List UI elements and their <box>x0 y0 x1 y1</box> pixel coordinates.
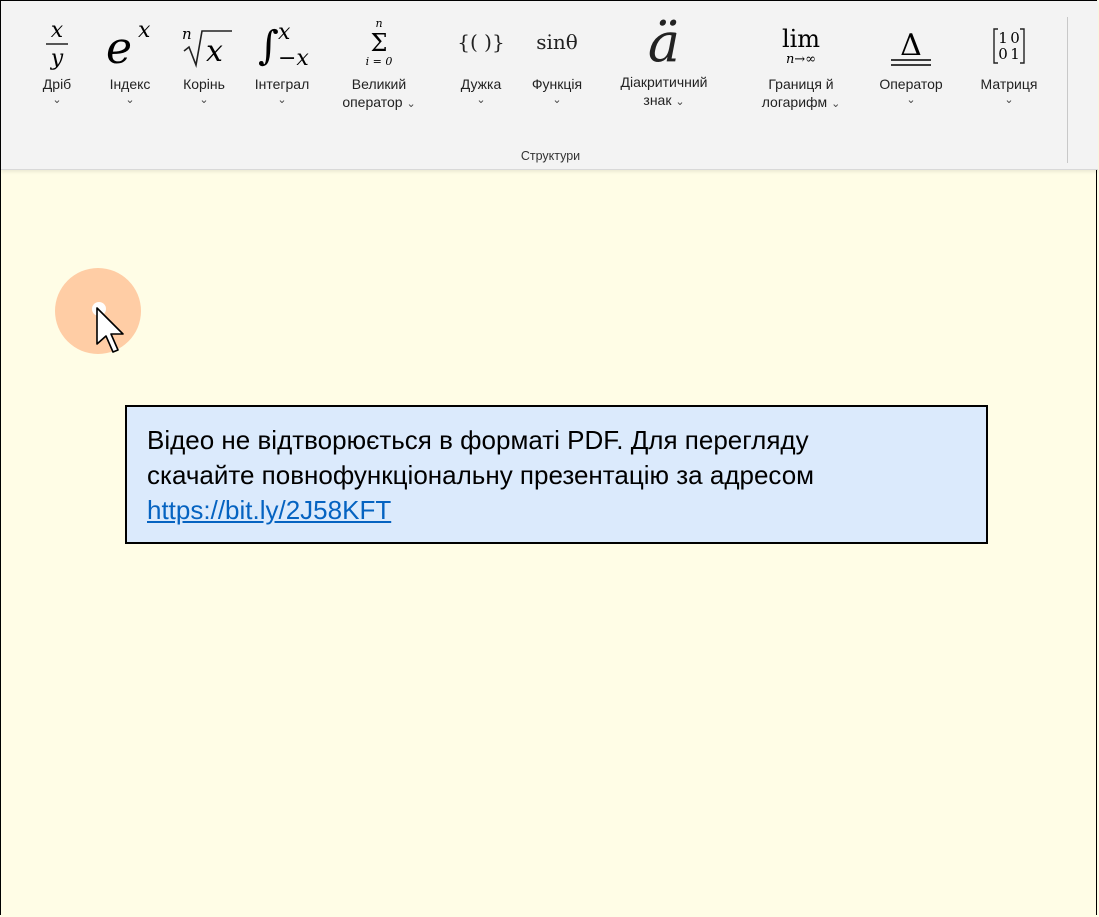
bracket-button[interactable]: {( )} Дужка ⌄ <box>449 9 513 149</box>
function-button[interactable]: sinθ Функція ⌄ <box>517 9 597 149</box>
presentation-link[interactable]: https://bit.ly/2J58KFT <box>147 495 391 525</box>
group-label: Структури <box>520 149 581 163</box>
operator-button[interactable]: Δ Оператор ⌄ <box>863 9 959 149</box>
chevron-down-icon[interactable]: ⌄ <box>675 96 684 108</box>
accent-icon: ä <box>647 10 681 74</box>
video-notice: Відео не відтворюється в форматі PDF. Дл… <box>125 405 988 544</box>
chevron-down-icon[interactable]: ⌄ <box>906 93 915 107</box>
chevron-down-icon[interactable]: ⌄ <box>831 98 840 110</box>
accent-label-2: знак <box>643 92 672 108</box>
large-operator-button[interactable]: n Σ i = 0 Великий оператор ⌄ <box>329 9 429 149</box>
accent-label: Діакритичний <box>620 74 708 90</box>
root-label: Корінь <box>183 76 225 92</box>
matrix-icon: 1 0 0 1 <box>984 9 1034 75</box>
fraction-label: Дріб <box>42 76 72 92</box>
chevron-down-icon[interactable]: ⌄ <box>406 98 415 110</box>
integral-label: Інтеграл <box>254 76 310 92</box>
notice-line-1: Відео не відтворюється в форматі PDF. Дл… <box>147 425 809 455</box>
svg-text:Δ: Δ <box>900 28 922 63</box>
svg-text:x: x <box>206 34 223 69</box>
svg-text:lim: lim <box>782 25 820 53</box>
function-icon: sinθ <box>536 30 578 54</box>
svg-text:i = 0: i = 0 <box>366 55 393 68</box>
bracket-icon: {( )} <box>457 30 505 54</box>
svg-text:x: x <box>138 18 151 43</box>
root-button[interactable]: n x Корінь ⌄ <box>171 9 237 149</box>
svg-text:x: x <box>278 20 291 45</box>
limit-label: Границя й <box>768 76 834 92</box>
fraction-numerator: x <box>51 18 64 43</box>
notice-line-2: скачайте повнофункціональну презентацію … <box>147 460 815 490</box>
limit-label-2: логарифм <box>761 94 828 110</box>
summation-icon: n Σ i = 0 <box>359 9 399 75</box>
operator-label: Оператор <box>879 76 943 92</box>
svg-text:−x: −x <box>278 46 309 71</box>
chevron-down-icon[interactable]: ⌄ <box>476 93 485 107</box>
matrix-label: Матриця <box>980 76 1038 92</box>
svg-text:0: 0 <box>998 45 1008 63</box>
chevron-down-icon[interactable]: ⌄ <box>277 93 286 107</box>
chevron-down-icon[interactable]: ⌄ <box>125 93 134 107</box>
svg-text:e: e <box>106 23 132 71</box>
matrix-button[interactable]: 1 0 0 1 Матриця ⌄ <box>963 9 1055 149</box>
fraction-button[interactable]: x y Дріб ⌄ <box>35 9 79 149</box>
large-operator-label-2: оператор <box>342 94 403 110</box>
index-button[interactable]: e x Індекс ⌄ <box>99 9 161 149</box>
fraction-icon: x y <box>42 9 72 75</box>
svg-text:∫: ∫ <box>258 23 279 69</box>
chevron-down-icon[interactable]: ⌄ <box>199 93 208 107</box>
chevron-down-icon[interactable]: ⌄ <box>52 93 61 107</box>
operator-icon: Δ <box>881 9 941 75</box>
bracket-label: Дужка <box>460 76 502 92</box>
ribbon-divider <box>1067 17 1068 163</box>
index-label: Індекс <box>109 76 151 92</box>
large-operator-label: Великий <box>351 76 407 92</box>
svg-text:1: 1 <box>1010 45 1020 63</box>
mouse-cursor-icon <box>96 307 124 353</box>
fraction-denominator: y <box>50 46 64 71</box>
function-label: Функція <box>531 76 583 92</box>
superscript-icon: e x <box>100 9 160 75</box>
integral-icon: ∫ x −x <box>252 9 312 75</box>
equation-ribbon: x y Дріб ⌄ e x Індекс ⌄ n x Корінь ⌄ ∫ x… <box>1 1 1098 170</box>
radical-icon: n x <box>174 9 234 75</box>
accent-button[interactable]: ä Діакритичний знак ⌄ <box>597 9 731 149</box>
integral-button[interactable]: ∫ x −x Інтеграл ⌄ <box>241 9 323 149</box>
svg-text:Σ: Σ <box>371 29 388 57</box>
chevron-down-icon[interactable]: ⌄ <box>1004 93 1013 107</box>
limit-button[interactable]: lim n→∞ Границя й логарифм ⌄ <box>739 9 863 149</box>
svg-text:n→∞: n→∞ <box>786 52 816 67</box>
limit-icon: lim n→∞ <box>771 9 831 75</box>
chevron-down-icon[interactable]: ⌄ <box>552 93 561 107</box>
svg-text:n: n <box>182 25 192 43</box>
